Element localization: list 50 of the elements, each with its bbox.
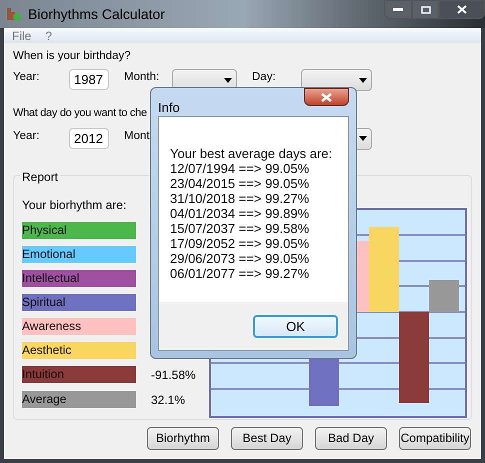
result-line: 15/07/2037 ==> 99.58%	[170, 221, 310, 236]
result-line: 23/04/2015 ==> 99.05%	[170, 176, 310, 191]
year-field[interactable]: 2012	[69, 128, 109, 149]
field-label: Year:	[13, 128, 40, 144]
dialog-close-button[interactable]	[304, 88, 349, 106]
app-icon	[6, 6, 22, 22]
percentage-text: 32.1%	[151, 392, 186, 409]
window-title: Biorhythms Calculator	[28, 4, 165, 24]
result-line: 04/01/2034 ==> 99.89%	[170, 206, 310, 221]
legend-label: Spiritual	[22, 294, 136, 311]
dropdown-arrow-icon	[359, 136, 367, 142]
maximize-icon	[420, 6, 430, 14]
minimize-button[interactable]	[384, 0, 412, 19]
close-icon	[321, 92, 332, 102]
result-line: 17/09/2052 ==> 99.05%	[170, 236, 310, 251]
dropdown-arrow-icon	[224, 78, 232, 83]
ok-button[interactable]: OK	[253, 314, 338, 338]
legend-label: Average	[22, 391, 136, 408]
field-label: Month:	[124, 70, 160, 86]
field-label: Day:	[252, 70, 277, 86]
action-button[interactable]: Best Day	[231, 426, 303, 450]
dialog-title: Info	[158, 99, 180, 117]
question-text: What day do you want to che	[13, 106, 147, 122]
result-line: 29/06/2073 ==> 99.05%	[170, 251, 310, 266]
close-button[interactable]	[439, 0, 485, 19]
year-field[interactable]: 1987	[69, 69, 109, 90]
minimize-icon	[393, 8, 403, 12]
dropdown-arrow-icon	[359, 78, 367, 83]
subtitle-text: Your biorhythm are:	[22, 196, 126, 214]
legend-label: Intuition	[22, 366, 136, 384]
action-button[interactable]: Bad Day	[315, 426, 387, 450]
legend-label: Emotional	[22, 246, 136, 263]
legend-label: Physical	[22, 222, 136, 239]
menu-item[interactable]: ?	[45, 26, 52, 44]
legend-label: Awareness	[22, 318, 136, 335]
action-button[interactable]: Biorhythm	[147, 426, 219, 450]
field-label: Year:	[13, 70, 40, 86]
dialog-heading: Your best average days are:	[170, 146, 334, 161]
result-line: 31/10/2018 ==> 99.27%	[170, 191, 310, 206]
percentage-text: -91.58%	[151, 366, 196, 384]
result-line: 06/01/2077 ==> 99.27%	[170, 266, 310, 281]
field-label: Mont	[124, 128, 151, 144]
menu-item[interactable]: File	[12, 26, 32, 44]
maximize-button[interactable]	[412, 0, 439, 19]
close-icon	[457, 5, 467, 14]
result-line: 12/07/1994 ==> 99.05%	[170, 161, 310, 176]
legend-label: Aesthetic	[22, 342, 136, 359]
question-text: When is your birthday?	[13, 49, 132, 64]
action-button[interactable]: Compatibility	[399, 426, 471, 450]
legend-label: Intellectual	[22, 270, 136, 287]
